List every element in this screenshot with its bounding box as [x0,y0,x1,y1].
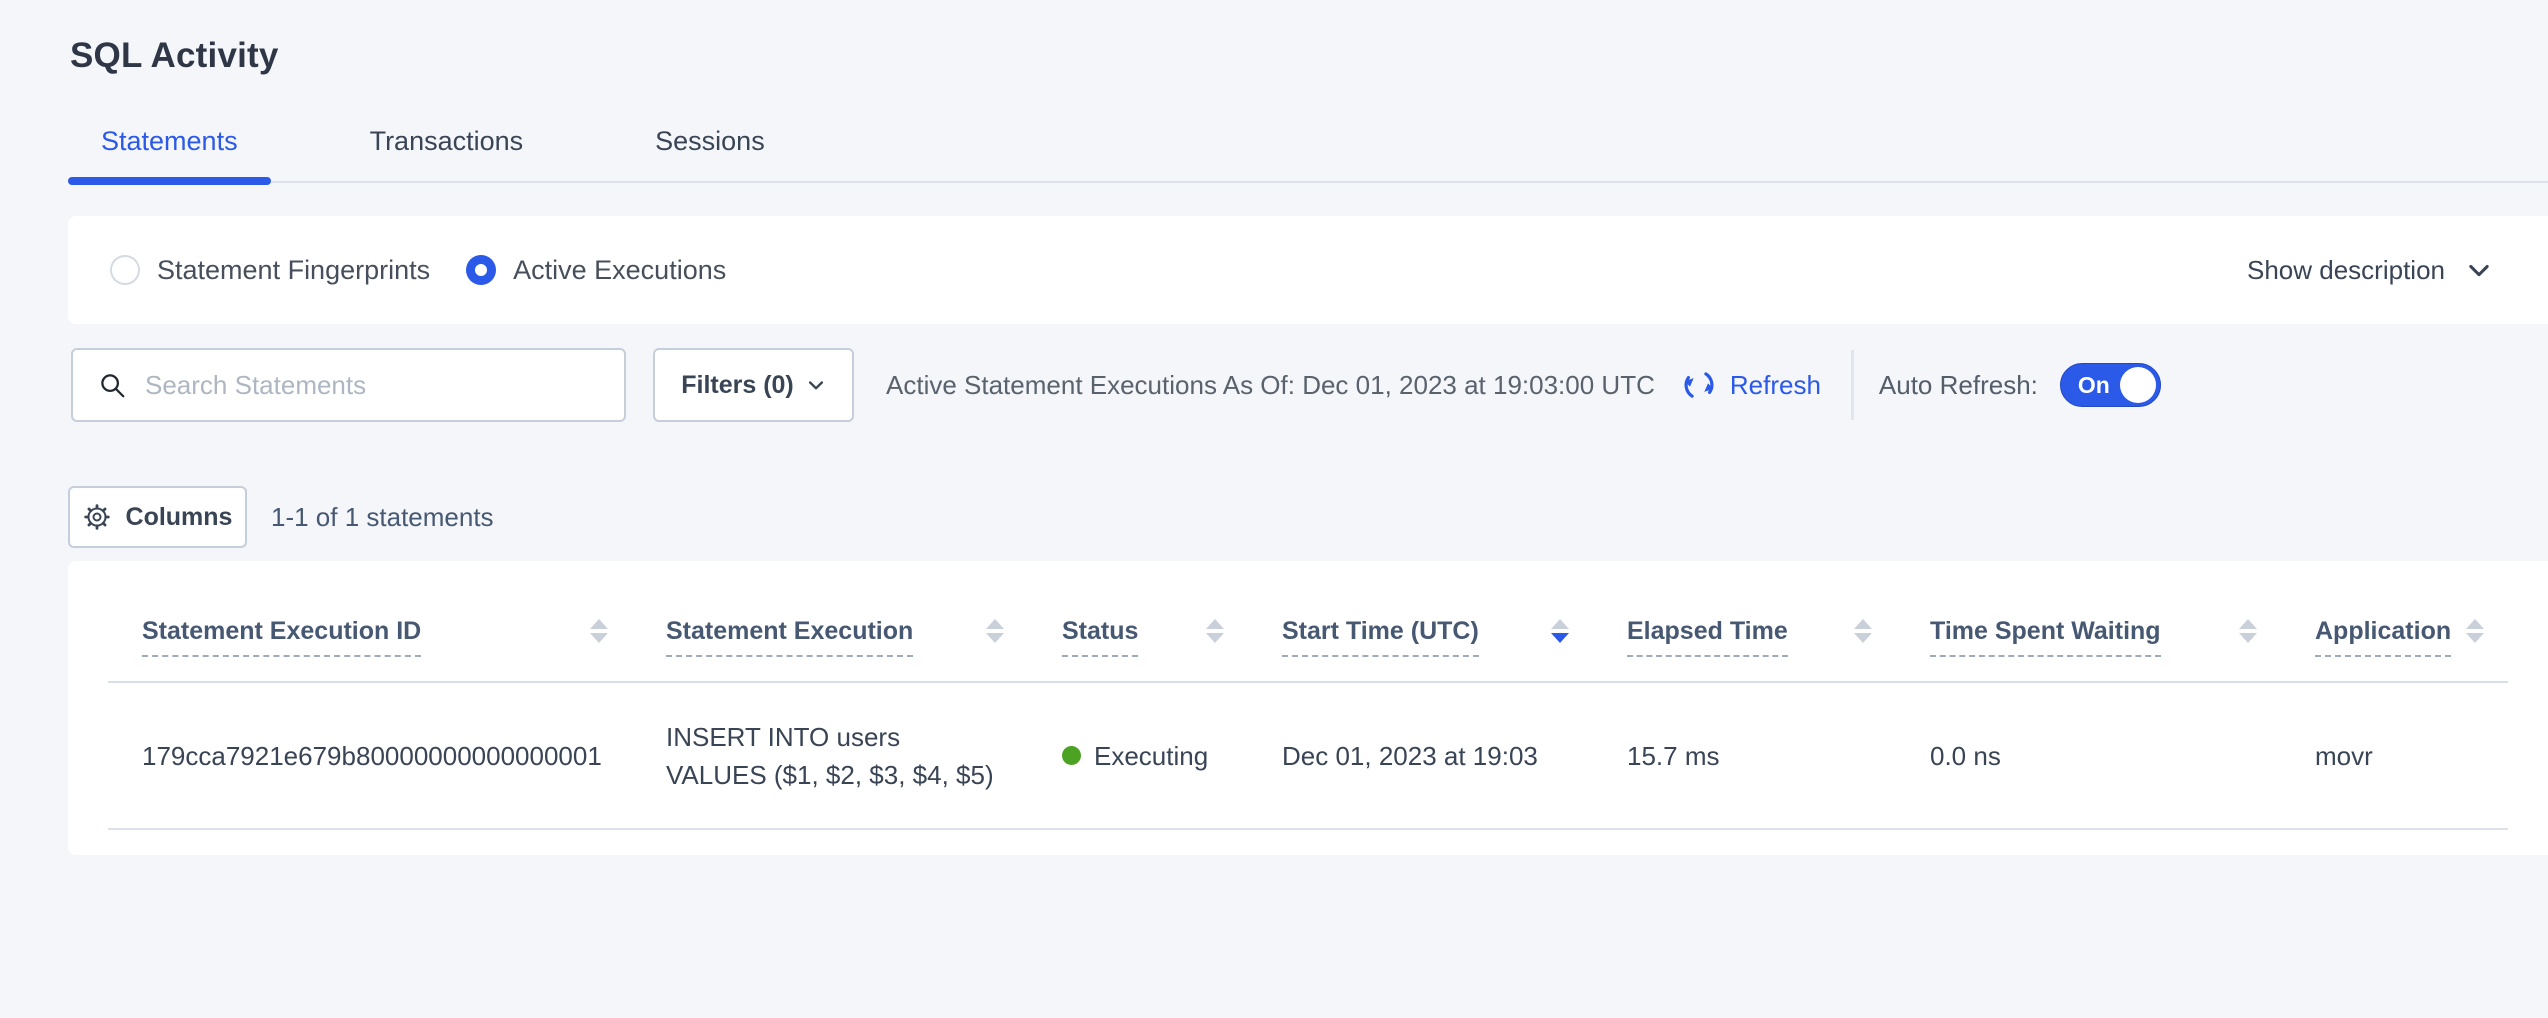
sort-arrows-icon[interactable] [2239,619,2257,643]
sort-arrows-icon[interactable] [1206,619,1224,643]
radio-label: Active Executions [513,255,726,286]
results-count: 1-1 of 1 statements [271,502,494,533]
sort-arrows-icon[interactable] [590,619,608,643]
as-of-timestamp: Active Statement Executions As Of: Dec 0… [886,370,1655,401]
gear-icon [83,503,111,531]
filters-button[interactable]: Filters (0) [653,348,854,422]
columns-label: Columns [126,503,233,532]
show-description-toggle[interactable]: Show description [2247,255,2493,286]
column-header-time-spent-waiting[interactable]: Time Spent Waiting [1896,561,2281,657]
toggle-knob-icon [2120,367,2156,403]
chevron-down-icon [2465,256,2493,284]
cell-execution-id: 179cca7921e679b80000000000000001 [108,683,632,828]
refresh-label: Refresh [1730,370,1821,401]
cell-statement: INSERT INTO users VALUES ($1, $2, $3, $4… [632,683,1028,828]
cell-application: movr [2281,683,2508,828]
tab-transactions[interactable]: Transactions [337,126,557,181]
sort-arrows-icon-active-desc[interactable] [1551,619,1569,643]
auto-refresh-label: Auto Refresh: [1879,370,2038,401]
radio-unselected-icon[interactable] [110,255,140,285]
tab-statements[interactable]: Statements [68,126,271,181]
column-header-statement-execution[interactable]: Statement Execution [632,561,1028,657]
show-description-label: Show description [2247,255,2445,286]
cell-time-spent-waiting: 0.0 ns [1896,683,2281,828]
sort-arrows-icon[interactable] [2466,619,2484,643]
sort-arrows-icon[interactable] [986,619,1004,643]
tab-bar: Statements Transactions Sessions [68,126,2548,183]
vertical-divider [1851,350,1854,420]
toggle-state-label: On [2078,372,2110,399]
column-header-start-time[interactable]: Start Time (UTC) [1248,561,1593,657]
table-header-row: Statement Execution ID Statement Executi… [108,561,2508,683]
table-toolbar: Columns 1-1 of 1 statements [68,486,2548,548]
auto-refresh-toggle[interactable]: On [2060,363,2161,407]
status-executing-dot-icon [1062,746,1081,765]
cell-elapsed-time: 15.7 ms [1593,683,1896,828]
radio-active-executions[interactable]: Active Executions [466,255,726,286]
controls-row: Filters (0) Active Statement Executions … [71,348,2548,422]
table-row: 179cca7921e679b80000000000000001 INSERT … [108,683,2508,830]
status-label: Executing [1094,737,1208,775]
chevron-down-icon [806,375,826,395]
view-mode-card: Statement Fingerprints Active Executions… [68,216,2548,324]
refresh-button[interactable]: Refresh [1681,367,1821,403]
cell-start-time: Dec 01, 2023 at 19:03 [1248,683,1593,828]
sort-arrows-icon[interactable] [1854,619,1872,643]
filters-label: Filters (0) [681,371,794,400]
search-box[interactable] [71,348,626,422]
radio-selected-icon[interactable] [466,255,496,285]
cell-status: Executing [1028,683,1248,828]
column-header-status[interactable]: Status [1028,561,1248,657]
page-title: SQL Activity [70,36,2548,76]
search-icon [97,370,127,400]
refresh-icon [1681,367,1717,403]
radio-statement-fingerprints[interactable]: Statement Fingerprints [110,255,430,286]
column-header-statement-execution-id[interactable]: Statement Execution ID [108,561,632,657]
statements-table-card: Statement Execution ID Statement Executi… [68,561,2548,855]
column-header-elapsed-time[interactable]: Elapsed Time [1593,561,1896,657]
radio-label: Statement Fingerprints [157,255,430,286]
tab-sessions[interactable]: Sessions [622,126,798,181]
columns-button[interactable]: Columns [68,486,247,548]
column-header-application[interactable]: Application [2281,561,2508,657]
search-input[interactable] [145,370,606,401]
